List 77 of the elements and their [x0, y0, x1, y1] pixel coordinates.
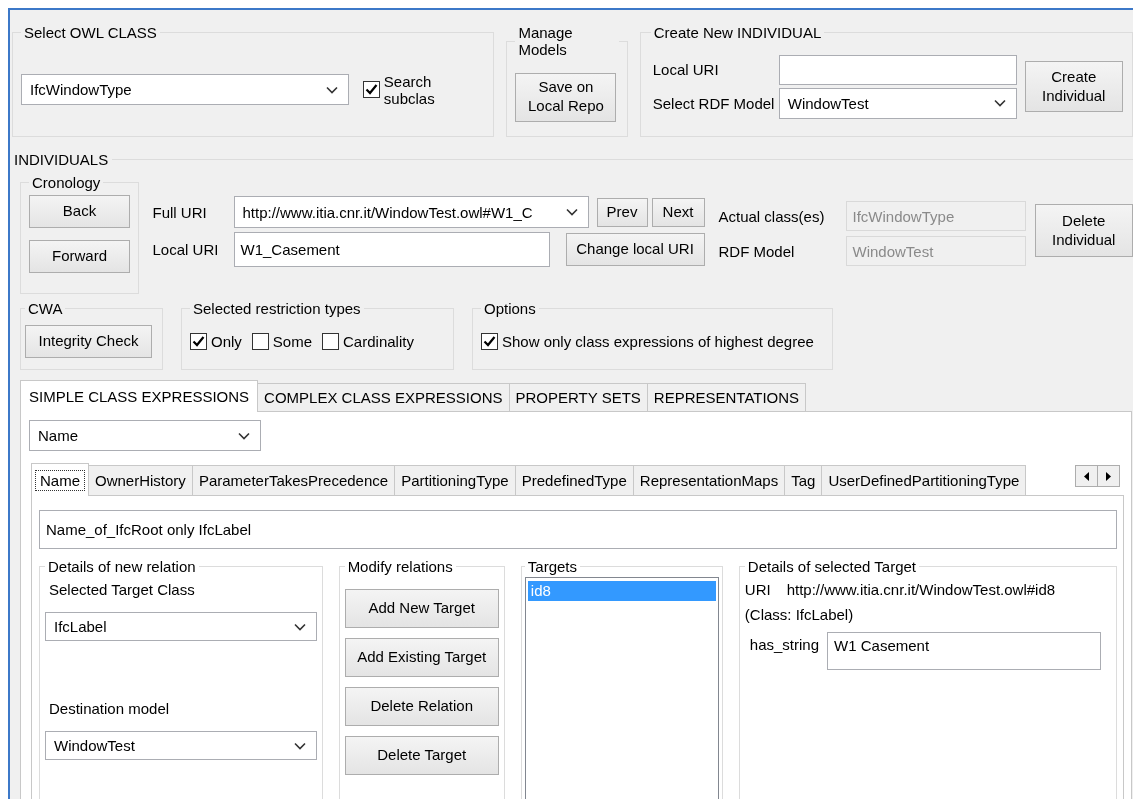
group-title: Modify relations [346, 558, 454, 575]
chevron-icon [565, 208, 578, 216]
text-field[interactable]: W1 Casement [827, 632, 1102, 670]
text-field[interactable]: W1_Casement [233, 232, 550, 267]
checkbox[interactable] [322, 332, 340, 350]
group-title: Details of new relation [47, 558, 197, 575]
tab[interactable]: SIMPLE CLASS EXPRESSIONS [20, 380, 259, 412]
scroll-right-button[interactable] [1097, 465, 1120, 487]
tab[interactable]: PartitioningType [394, 465, 516, 495]
integrity-check-button[interactable]: Integrity Check [25, 324, 152, 358]
left-arrow-icon [1084, 471, 1089, 481]
group-title: Select OWL CLASS [23, 24, 158, 41]
dropdown[interactable]: Name [29, 420, 261, 451]
forward-button[interactable]: Forward [29, 240, 130, 273]
text-field[interactable] [778, 54, 1017, 85]
save-button[interactable]: Save on Local Repo [515, 72, 617, 122]
section-title: INDIVIDUALS [14, 151, 109, 168]
change-uri-button[interactable]: Change local URI [565, 233, 705, 266]
class-note: (Class: IfcLabel) [744, 606, 854, 623]
field-label: Select RDF Model [652, 94, 775, 112]
field-label: Destination model [49, 700, 170, 717]
relation-button[interactable]: Delete Target [344, 736, 499, 775]
checkbox[interactable] [251, 332, 269, 350]
group-title: Manage Models [517, 24, 574, 58]
tab[interactable]: Tag [784, 465, 823, 495]
group-title: Options [483, 300, 537, 317]
group-title: CWA [27, 300, 64, 317]
group-title: Details of selected Target [746, 558, 917, 575]
scroll-left-button[interactable] [1075, 465, 1098, 487]
tab[interactable]: RepresentationMaps [632, 465, 786, 495]
group-title: Selected restriction types [192, 300, 362, 317]
field-label: Selected Target Class [49, 581, 195, 598]
group-title: Targets [526, 558, 578, 575]
chevron-icon [993, 99, 1006, 107]
dropdown[interactable]: http://www.itia.cnr.it/WindowTest.owl#W1_C [233, 196, 589, 228]
checkbox[interactable] [190, 332, 207, 350]
field-label: URI [744, 581, 771, 598]
dropdown[interactable]: IfcLabel [45, 612, 317, 641]
delete-individual-button[interactable]: Delete Individual [1034, 204, 1133, 257]
relation-button[interactable]: Add Existing Target [344, 638, 499, 677]
field-label: has_string [749, 636, 820, 653]
relation-button[interactable]: Delete Relation [344, 687, 499, 726]
group-title: Create New INDIVIDUAL [652, 24, 823, 41]
tab[interactable]: ParameterTakesPrecedence [191, 465, 396, 495]
back-button[interactable]: Back [29, 195, 130, 228]
checkbox-label[interactable]: Cardinality [343, 332, 414, 350]
chevron-icon [238, 431, 250, 440]
field-label: Full URI [152, 203, 207, 221]
dropdown[interactable]: IfcWindowType [21, 74, 349, 105]
relation-button[interactable]: Add New Target [344, 589, 499, 628]
field-label: RDF Model [718, 242, 795, 260]
checkbox-label[interactable]: Some [272, 332, 313, 350]
tab[interactable]: Name [31, 463, 89, 496]
group-title: Cronology [31, 174, 102, 191]
dropdown[interactable]: WindowTest [778, 87, 1017, 119]
tab[interactable]: REPRESENTATIONS [646, 383, 807, 411]
checkbox-label[interactable]: Only [211, 332, 242, 350]
checkbox-label[interactable]: Search subclas [383, 72, 486, 107]
tab[interactable]: OwnerHistory [88, 465, 193, 495]
prev-button[interactable]: Prev [596, 197, 648, 227]
create-button[interactable]: Create Individual [1024, 61, 1123, 112]
field-label: Local URI [152, 241, 219, 258]
expression-box[interactable]: Name_of_IfcRoot only IfcLabel [39, 510, 1117, 549]
next-button[interactable]: Next [651, 197, 705, 227]
tab[interactable]: PredefinedType [514, 465, 634, 495]
field-label: Actual class(es) [718, 207, 825, 225]
uri-text: http://www.itia.cnr.it/WindowTest.owl#id8 [786, 581, 1056, 598]
field-label: Local URI [652, 61, 719, 78]
dropdown[interactable]: WindowTest [45, 731, 317, 760]
checkbox[interactable] [481, 332, 498, 350]
checkbox[interactable] [362, 81, 380, 98]
chevron-icon [293, 622, 306, 631]
chevron-icon [293, 741, 306, 750]
tab[interactable]: UserDefinedPartitioningType [821, 465, 1027, 495]
right-arrow-icon [1106, 471, 1111, 481]
chevron-icon [325, 85, 338, 94]
checkbox-label[interactable]: Show only class expressions of highest degree [502, 332, 814, 350]
